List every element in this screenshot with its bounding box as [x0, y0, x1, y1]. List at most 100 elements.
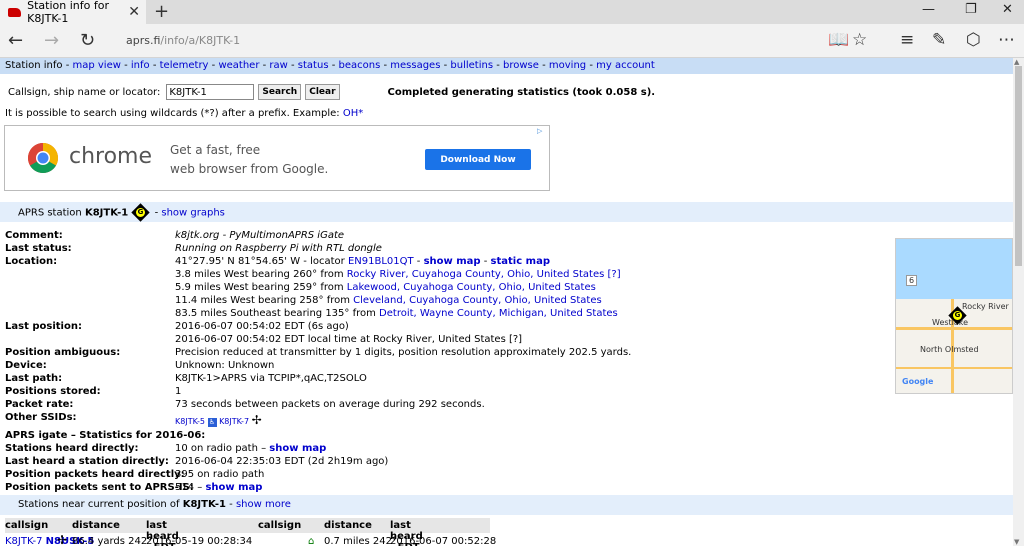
hint-example-link[interactable]: OH*	[343, 108, 363, 119]
menu-item[interactable]: moving	[549, 60, 586, 71]
ssid-link[interactable]: K8JTK-5	[175, 417, 205, 426]
nearby-place-link[interactable]: Detroit, Wayne County, Michigan, United …	[379, 308, 618, 319]
search-label: Callsign, ship name or locator:	[8, 86, 161, 98]
nearby-help-link[interactable]: [?]	[604, 269, 621, 280]
ad-choices-icon[interactable]: ▷	[537, 127, 547, 137]
location-value: 41°27.95' N 81°54.65' W - locator EN91BL…	[175, 256, 550, 267]
menu-item[interactable]: browse	[503, 60, 539, 71]
favorite-star-icon[interactable]: ☆	[852, 30, 867, 50]
menu-separator: -	[149, 60, 160, 71]
ad-text: Get a fast, free web browser from Google…	[170, 141, 328, 179]
ad-download-button[interactable]: Download Now	[425, 149, 531, 170]
more-icon[interactable]: ⋯	[998, 30, 1015, 50]
back-icon[interactable]: ←	[8, 30, 23, 51]
menu-item[interactable]: info	[131, 60, 150, 71]
address-bar[interactable]: aprs.fi/info/a/K8JTK-1	[126, 34, 240, 47]
menu-item[interactable]: raw	[269, 60, 287, 71]
reading-view-icon[interactable]: 📖	[828, 30, 849, 50]
pos-sent-map-link[interactable]: show map	[205, 482, 262, 493]
new-tab-icon[interactable]: +	[154, 1, 169, 22]
menu-separator: -	[287, 60, 298, 71]
active-tab[interactable]: Station info for K8JTK-1 ✕	[0, 0, 146, 25]
refresh-icon[interactable]: ↻	[80, 30, 95, 51]
packet-rate-label: Packet rate:	[5, 399, 74, 410]
menu-separator: -	[380, 60, 391, 71]
near-distance: 86.4 yards 242°	[72, 536, 153, 546]
menu-item[interactable]: status	[298, 60, 329, 71]
station-header: APRS station K8JTK-1 G - show graphs	[0, 202, 1013, 222]
menu-items: - map view - info - telemetry - weather …	[66, 60, 655, 71]
ambiguous-label: Position ambiguous:	[5, 347, 121, 358]
ad-brand: chrome	[69, 144, 153, 169]
share-icon[interactable]: ⬡	[966, 30, 981, 50]
direct-map-link[interactable]: show map	[269, 443, 326, 454]
menu-item[interactable]: bulletins	[450, 60, 493, 71]
menu-item[interactable]: beacons	[339, 60, 381, 71]
wildcard-hint: It is possible to search using wildcards…	[5, 108, 363, 119]
scrollbar-thumb[interactable]	[1015, 66, 1022, 266]
menu-separator: -	[493, 60, 504, 71]
last-path-label: Last path:	[5, 373, 63, 384]
comment-value: k8jtk.org - PyMultimonAPRS iGate	[175, 230, 345, 241]
col-callsign: callsign	[5, 520, 49, 531]
scroll-up-icon[interactable]: ▲	[1014, 58, 1019, 66]
last-status-value: Running on Raspberry Pi with RTL dongle	[175, 243, 382, 254]
scroll-down-icon[interactable]: ▼	[1014, 538, 1019, 546]
menu-item[interactable]: map view	[72, 60, 120, 71]
location-label: Location:	[5, 256, 58, 267]
pos-sent-label: Position packets sent to APRS-IS:	[5, 482, 194, 493]
nearby-2: 5.9 miles West bearing 259° from Lakewoo…	[175, 282, 596, 293]
last-status-label: Last status:	[5, 243, 72, 254]
menu-bar: Station info - map view - info - telemet…	[0, 58, 1013, 74]
menu-item[interactable]: my account	[596, 60, 655, 71]
close-tab-icon[interactable]: ✕	[128, 4, 140, 20]
ssid-link[interactable]: K8JTK-7	[219, 417, 249, 426]
url-host: aprs.fi	[126, 34, 161, 47]
close-window-icon[interactable]: ✕	[1002, 2, 1013, 17]
near-prefix: Stations near current position of	[18, 499, 183, 510]
minimize-icon[interactable]: —	[922, 2, 935, 17]
menu-separator: -	[440, 60, 451, 71]
chrome-logo-icon	[27, 143, 59, 174]
ad-banner[interactable]: chrome Get a fast, free web browser from…	[4, 125, 550, 191]
ssids-label: Other SSIDs:	[5, 412, 77, 423]
restore-icon[interactable]: ❐	[965, 2, 977, 17]
near-header: Stations near current position of K8JTK-…	[0, 495, 1013, 515]
menu-item[interactable]: weather	[218, 60, 259, 71]
forward-icon[interactable]: →	[44, 30, 59, 51]
near-callsign: K8JTK-1	[182, 499, 226, 510]
nearby-4: 83.5 miles Southeast bearing 135° from D…	[175, 308, 618, 319]
wheelchair-icon: ♿	[207, 418, 217, 427]
nearby-place-link[interactable]: Cleveland, Cuyahoga County, Ohio, United…	[353, 295, 602, 306]
col-distance-2: distance	[324, 520, 372, 531]
igate-title: APRS igate – Statistics for 2016-06:	[5, 430, 206, 441]
route-shield: 6	[906, 275, 918, 286]
nearby-place-link[interactable]: Rocky River, Cuyahoga County, Ohio, Unit…	[347, 269, 605, 280]
hub-icon[interactable]: ≡	[900, 30, 914, 50]
tab-bar: Station info for K8JTK-1 ✕ + — ❐ ✕	[0, 0, 1024, 25]
ad-line-2: web browser from Google.	[170, 162, 329, 176]
search-button[interactable]: Search	[258, 84, 302, 100]
menu-item[interactable]: messages	[390, 60, 440, 71]
show-more-link[interactable]: show more	[236, 499, 291, 510]
show-map-link[interactable]: show map	[424, 256, 481, 267]
hint-text: It is possible to search using wildcards…	[5, 108, 343, 119]
device-label: Device:	[5, 360, 47, 371]
location-map[interactable]: 6 Rocky River Westlake North Olmsted Goo…	[895, 238, 1013, 394]
near-callsign-link[interactable]: K8JTK-7	[5, 536, 42, 546]
pos-heard-label: Position packets heard directly:	[5, 469, 185, 480]
nearby-place-link[interactable]: Lakewood, Cuyahoga County, Ohio, United …	[347, 282, 596, 293]
menu-separator: -	[538, 60, 549, 71]
show-graphs-link[interactable]: show graphs	[161, 208, 225, 219]
locator-link[interactable]: EN91BL01QT	[348, 256, 414, 267]
static-map-link[interactable]: static map	[491, 256, 550, 267]
menu-item[interactable]: telemetry	[160, 60, 209, 71]
search-input[interactable]	[166, 84, 255, 100]
last-heard-label: Last heard a station directly:	[5, 456, 169, 467]
page-scrollbar[interactable]: ▲ ▼	[1013, 58, 1024, 546]
lake-area	[896, 239, 1012, 299]
web-note-icon[interactable]: ✎	[932, 30, 946, 50]
clear-button[interactable]: Clear	[305, 84, 340, 100]
menu-separator: -	[259, 60, 270, 71]
map-road	[896, 327, 1012, 330]
